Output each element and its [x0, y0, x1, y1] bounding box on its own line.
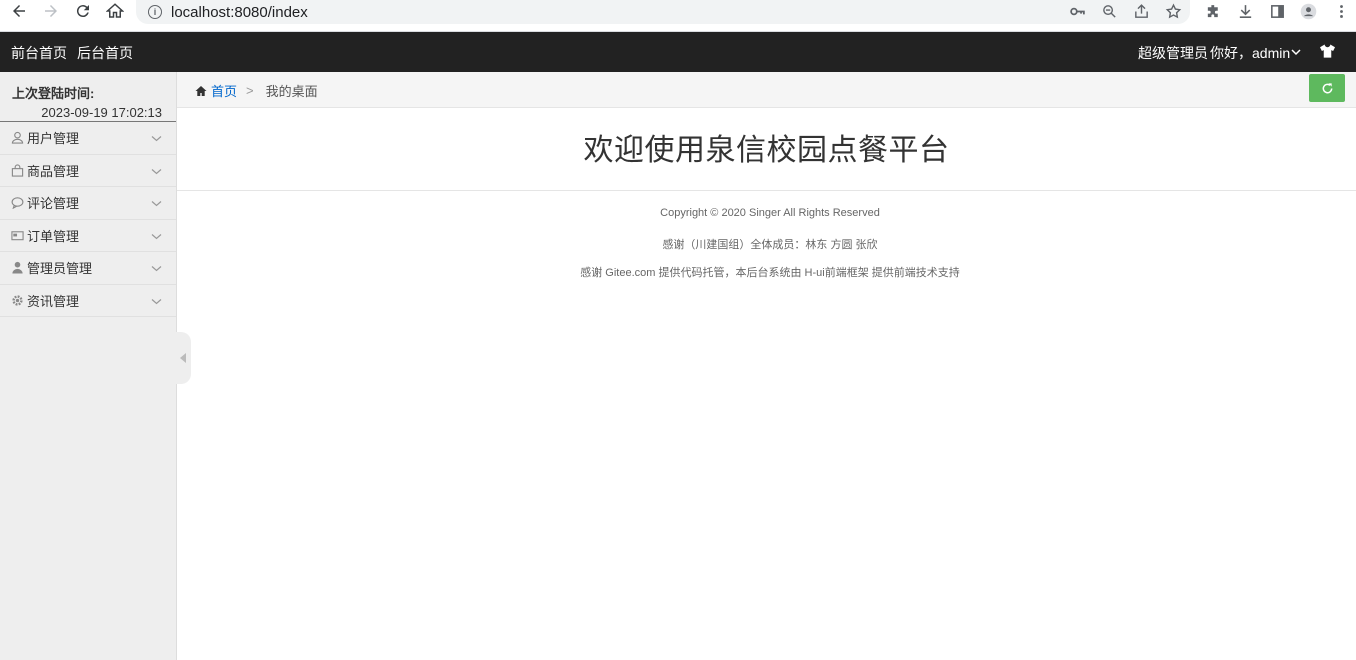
sidebar: 上次登陆时间: 2023-09-19 17:02:13 用户管理 商品管理 评论…: [0, 72, 177, 660]
sidebar-item-label: 资讯管理: [27, 293, 80, 309]
menu-dots-icon[interactable]: [1330, 1, 1352, 21]
last-login-time: 2023-09-19 17:02:13: [41, 105, 162, 120]
caret-left-icon: [179, 353, 186, 363]
bag-icon: [10, 163, 24, 177]
chevron-down-icon[interactable]: [1291, 47, 1301, 57]
chevron-down-icon: [151, 136, 162, 142]
comment-icon: [10, 196, 24, 210]
browser-toolbar: i localhost:8080/index: [0, 0, 1356, 32]
sidebar-item-label: 订单管理: [27, 228, 80, 244]
breadcrumb: 首页 > 我的桌面: [195, 81, 318, 100]
profile-icon[interactable]: [1297, 1, 1319, 21]
home-button[interactable]: [99, 0, 131, 22]
user-icon: [10, 131, 24, 145]
star-icon[interactable]: [1162, 1, 1184, 21]
copyright-text: Copyright © 2020 Singer All Rights Reser…: [660, 207, 880, 219]
chevron-down-icon: [151, 233, 162, 239]
last-login-label: 上次登陆时间:: [12, 86, 95, 101]
url-text: localhost:8080/index: [171, 3, 308, 21]
refresh-button[interactable]: [1309, 74, 1345, 102]
card-icon: [10, 228, 24, 242]
last-login-info: 上次登陆时间: 2023-09-19 17:02:13: [0, 72, 176, 122]
sidebar-item-news[interactable]: 资讯管理: [0, 285, 176, 317]
back-home-link[interactable]: 后台首页: [77, 43, 133, 63]
skin-shirt-icon[interactable]: [1320, 44, 1335, 58]
user-menu[interactable]: 你好，admin: [1210, 43, 1290, 63]
arrow-right-icon: [45, 5, 57, 17]
front-home-link[interactable]: 前台首页: [11, 43, 67, 63]
breadcrumb-separator: >: [246, 83, 254, 98]
credits-text: 感谢（川建国组）全体成员：林东 方圆 张欣: [662, 238, 878, 251]
admin-icon: [10, 261, 24, 275]
breadcrumb-home-link[interactable]: 首页: [211, 81, 237, 100]
chevron-down-icon: [151, 168, 162, 174]
page-footer: Copyright © 2020 Singer All Rights Reser…: [177, 207, 1356, 293]
chevron-down-icon: [151, 201, 162, 207]
breadcrumb-current: 我的桌面: [265, 84, 318, 99]
download-icon[interactable]: [1234, 1, 1256, 21]
user-role: 超级管理员: [1138, 45, 1208, 61]
sidebar-item-label: 管理员管理: [27, 261, 93, 277]
arrow-left-icon: [13, 5, 25, 17]
reload-button[interactable]: [67, 0, 99, 22]
top-navbar: 前台首页 后台首页 超级管理员 你好，admin: [0, 32, 1356, 72]
sidebar-item-label: 评论管理: [27, 196, 80, 212]
chevron-down-icon: [151, 298, 162, 304]
extensions-icon[interactable]: [1202, 1, 1224, 21]
gear-icon: [10, 293, 24, 307]
refresh-icon: [1322, 82, 1332, 93]
sidebar-item-label: 用户管理: [27, 131, 80, 147]
sidebar-item-orders[interactable]: 订单管理: [0, 220, 176, 252]
sidebar-item-admins[interactable]: 管理员管理: [0, 252, 176, 285]
sidebar-collapse-handle[interactable]: [176, 332, 191, 384]
back-button[interactable]: [3, 0, 35, 22]
address-bar[interactable]: i localhost:8080/index: [136, 0, 1190, 24]
house-icon: [106, 3, 124, 18]
key-icon[interactable]: [1066, 1, 1088, 21]
side-panel-icon[interactable]: [1266, 1, 1288, 21]
sidebar-item-label: 商品管理: [27, 163, 80, 179]
welcome-title: 欢迎使用泉信校园点餐平台: [583, 134, 950, 167]
zoom-icon[interactable]: [1098, 1, 1120, 21]
sidebar-item-users[interactable]: 用户管理: [0, 122, 176, 155]
share-icon[interactable]: [1130, 1, 1152, 21]
home-icon: [195, 85, 207, 96]
thanks-text: 感谢 Gitee.com 提供代码托管，本后台系统由 H-ui前端框架 提供前端…: [580, 267, 960, 279]
sidebar-item-comments[interactable]: 评论管理: [0, 187, 176, 220]
sidebar-item-products[interactable]: 商品管理: [0, 155, 176, 187]
info-icon[interactable]: i: [148, 5, 162, 19]
chevron-down-icon: [151, 266, 162, 272]
welcome-section: 欢迎使用泉信校园点餐平台: [177, 108, 1356, 191]
forward-button[interactable]: [35, 0, 67, 22]
reload-icon: [76, 5, 89, 18]
breadcrumb-bar: 首页 > 我的桌面: [177, 72, 1356, 108]
